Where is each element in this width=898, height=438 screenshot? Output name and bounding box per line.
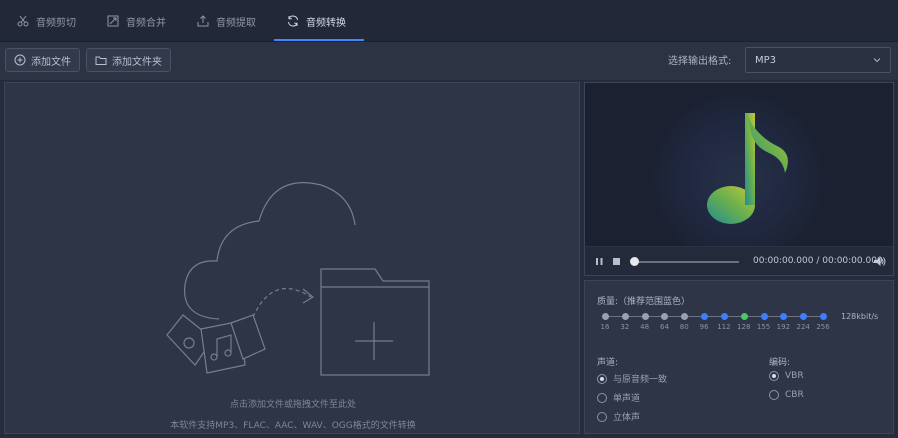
quality-step-dot[interactable] (641, 313, 649, 320)
quality-step-dot[interactable] (780, 313, 788, 320)
tab-bar: 音频剪切 音频合并 音频提取 音频转换 (0, 0, 898, 42)
output-format-label: 选择输出格式: (668, 56, 732, 67)
quality-value: 128kbit/s (841, 312, 879, 321)
radio-icon (597, 392, 607, 403)
tab-label: 音频提取 (216, 17, 256, 29)
radio-label: 单声道 (613, 394, 641, 404)
quality-step-dot[interactable] (661, 313, 669, 320)
seek-bar[interactable] (633, 261, 739, 263)
tab-audio-cut[interactable]: 音频剪切 (4, 0, 94, 42)
extract-icon (197, 15, 209, 27)
seek-handle[interactable] (630, 257, 639, 266)
active-tab-indicator (274, 39, 364, 41)
tab-label: 音频剪切 (36, 17, 76, 29)
drop-hint-primary: 点击添加文件或拖拽文件至此处 (229, 400, 356, 410)
output-format-value: MP3 (755, 54, 777, 66)
channel-option-mono[interactable]: 单声道 (597, 391, 640, 404)
pause-icon[interactable] (594, 256, 605, 267)
merge-icon (107, 15, 119, 27)
encoding-option-cbr[interactable]: CBR (769, 390, 804, 400)
add-folder-button[interactable]: 添加文件夹 (86, 48, 171, 72)
radio-label: 立体声 (613, 413, 641, 423)
add-circle-icon (14, 54, 26, 66)
channel-option-original[interactable]: 与原音频一致 (597, 372, 667, 385)
quality-label: 质量:（推荐范围蓝色） (597, 297, 691, 307)
radio-icon (597, 373, 607, 384)
quality-slider[interactable] (602, 313, 827, 320)
stop-icon[interactable] (611, 256, 622, 267)
music-note-icon (707, 113, 788, 224)
output-format-select[interactable]: MP3 (745, 47, 891, 73)
quality-step-dot[interactable] (621, 313, 629, 320)
radio-label: VBR (785, 371, 804, 381)
tab-audio-merge[interactable]: 音频合并 (94, 0, 184, 42)
radio-icon (597, 411, 607, 422)
encoding-label: 编码: (769, 358, 791, 368)
quality-step-dot[interactable] (681, 313, 689, 320)
radio-icon (769, 390, 779, 400)
time-display: 00:00:00.000 / 00:00:00.000 (753, 256, 883, 266)
quality-step-dot[interactable] (602, 313, 609, 320)
tab-label: 音频合并 (126, 17, 166, 29)
quality-tick-label: 256 (816, 323, 830, 331)
radio-icon (769, 371, 779, 381)
drop-hint-supported-formats: 本软件支持MP3、FLAC、AAC、WAV、OGG格式的文件转换 (170, 421, 416, 431)
add-file-button[interactable]: 添加文件 (5, 48, 80, 72)
quality-step-dot[interactable] (800, 313, 808, 320)
add-folder-label: 添加文件夹 (112, 56, 162, 68)
channel-option-stereo[interactable]: 立体声 (597, 410, 640, 423)
radio-label: CBR (785, 390, 804, 400)
volume-icon[interactable] (873, 255, 886, 268)
file-drop-area[interactable]: 点击添加文件或拖拽文件至此处 本软件支持MP3、FLAC、AAC、WAV、OGG… (4, 82, 580, 434)
quality-step-dot[interactable] (701, 313, 709, 320)
tab-audio-extract[interactable]: 音频提取 (184, 0, 274, 42)
quality-step-dot[interactable] (760, 313, 768, 320)
drop-files-illustration-icon (166, 182, 430, 376)
scissors-icon (17, 15, 29, 27)
radio-label: 与原音频一致 (613, 375, 668, 385)
player-controls: 00:00:00.000 / 00:00:00.000 (584, 246, 894, 276)
convert-icon (288, 15, 298, 27)
quality-step-dot[interactable] (740, 313, 748, 320)
channel-label: 声道: (597, 358, 619, 368)
quality-step-dot[interactable] (720, 313, 728, 320)
tab-label: 音频转换 (306, 17, 346, 29)
conversion-settings-panel: 质量:（推荐范围蓝色） 16 32 48 64 80 96 112 128 155 192 224 2… (584, 280, 894, 434)
add-file-label: 添加文件 (31, 56, 71, 68)
folder-icon (95, 56, 107, 65)
quality-step-dot[interactable] (820, 313, 827, 320)
tab-audio-convert[interactable]: 音频转换 (274, 0, 364, 42)
chevron-down-icon (873, 58, 881, 63)
encoding-option-vbr[interactable]: VBR (769, 371, 804, 381)
